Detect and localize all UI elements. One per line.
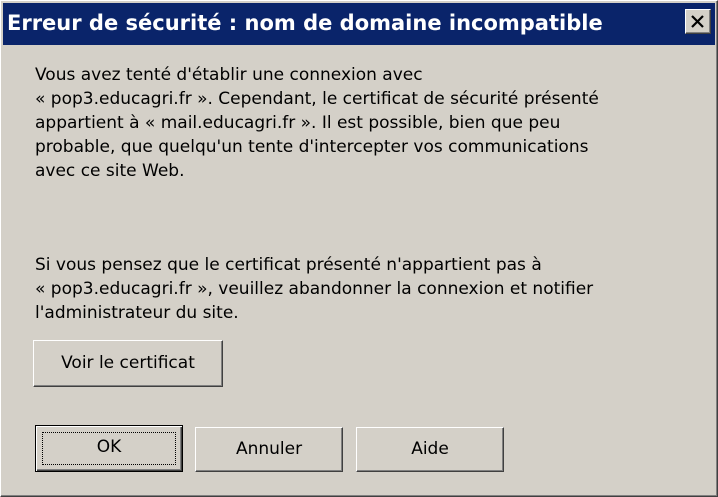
message-paragraph-2: Si vous pensez que le certificat présent… [35, 253, 707, 325]
dialog-title: Erreur de sécurité : nom de domaine inco… [7, 11, 603, 35]
ok-button-label: OK [96, 437, 122, 457]
message-line: « pop3.educagri.fr ». Cependant, le cert… [35, 89, 599, 109]
ok-button[interactable]: OK [35, 425, 183, 472]
message-line: avec ce site Web. [35, 161, 185, 181]
message-line: « pop3.educagri.fr », veuillez abandonne… [35, 279, 594, 299]
help-button[interactable]: Aide [356, 427, 504, 472]
message-line: Vous avez tenté d'établir une connexion … [35, 65, 423, 85]
security-error-dialog: Erreur de sécurité : nom de domaine inco… [0, 0, 718, 497]
message-paragraph-1: Vous avez tenté d'établir une connexion … [35, 63, 707, 183]
cancel-button[interactable]: Annuler [195, 427, 343, 472]
close-icon [691, 15, 704, 28]
view-certificate-button[interactable]: Voir le certificat [33, 340, 223, 387]
close-button[interactable] [685, 9, 711, 34]
message-line: appartient à « mail.educagri.fr ». Il es… [35, 113, 561, 133]
message-line: Si vous pensez que le certificat présent… [35, 255, 542, 275]
title-bar[interactable]: Erreur de sécurité : nom de domaine inco… [3, 3, 715, 45]
message-line: l'administrateur du site. [35, 303, 239, 323]
message-line: probable, que quelqu'un tente d'intercep… [35, 137, 589, 157]
